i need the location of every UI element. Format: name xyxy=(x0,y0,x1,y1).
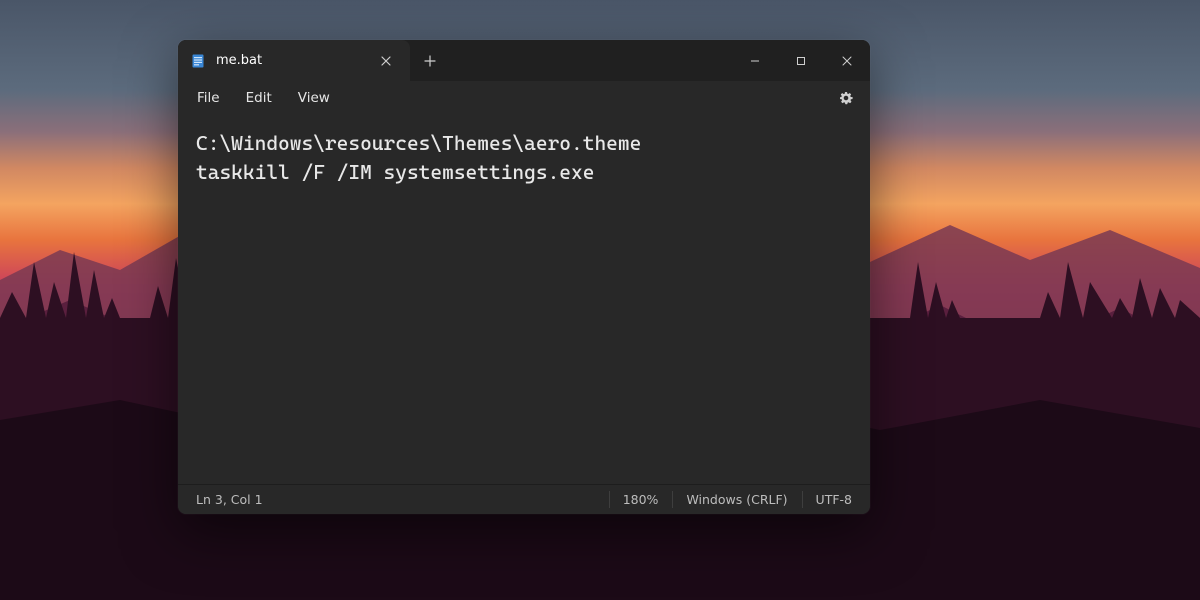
settings-button[interactable] xyxy=(830,84,862,112)
titlebar[interactable]: me.bat xyxy=(178,40,870,81)
status-cursor-position[interactable]: Ln 3, Col 1 xyxy=(182,485,277,514)
close-icon xyxy=(842,56,852,66)
window-controls xyxy=(732,40,870,81)
menu-edit[interactable]: Edit xyxy=(235,85,283,111)
menubar: File Edit View xyxy=(178,81,870,115)
notepad-file-icon xyxy=(190,53,206,69)
minimize-button[interactable] xyxy=(732,40,778,81)
status-encoding[interactable]: UTF-8 xyxy=(802,485,866,514)
status-zoom[interactable]: 180% xyxy=(609,485,673,514)
close-icon xyxy=(381,56,391,66)
statusbar: Ln 3, Col 1 180% Windows (CRLF) UTF-8 xyxy=(178,484,870,514)
menu-view[interactable]: View xyxy=(287,85,341,111)
minimize-icon xyxy=(750,56,760,66)
text-editor[interactable]: C:\Windows\resources\Themes\aero.theme t… xyxy=(178,115,870,484)
plus-icon xyxy=(424,55,436,67)
maximize-button[interactable] xyxy=(778,40,824,81)
menu-file[interactable]: File xyxy=(186,85,231,111)
gear-icon xyxy=(838,90,854,106)
new-tab-button[interactable] xyxy=(410,40,450,81)
tab-title: me.bat xyxy=(216,53,362,68)
notepad-window: me.bat xyxy=(178,40,870,514)
maximize-icon xyxy=(796,56,806,66)
tab-close-button[interactable] xyxy=(372,47,400,75)
close-window-button[interactable] xyxy=(824,40,870,81)
tab-mebat[interactable]: me.bat xyxy=(178,40,410,81)
status-line-endings[interactable]: Windows (CRLF) xyxy=(672,485,801,514)
